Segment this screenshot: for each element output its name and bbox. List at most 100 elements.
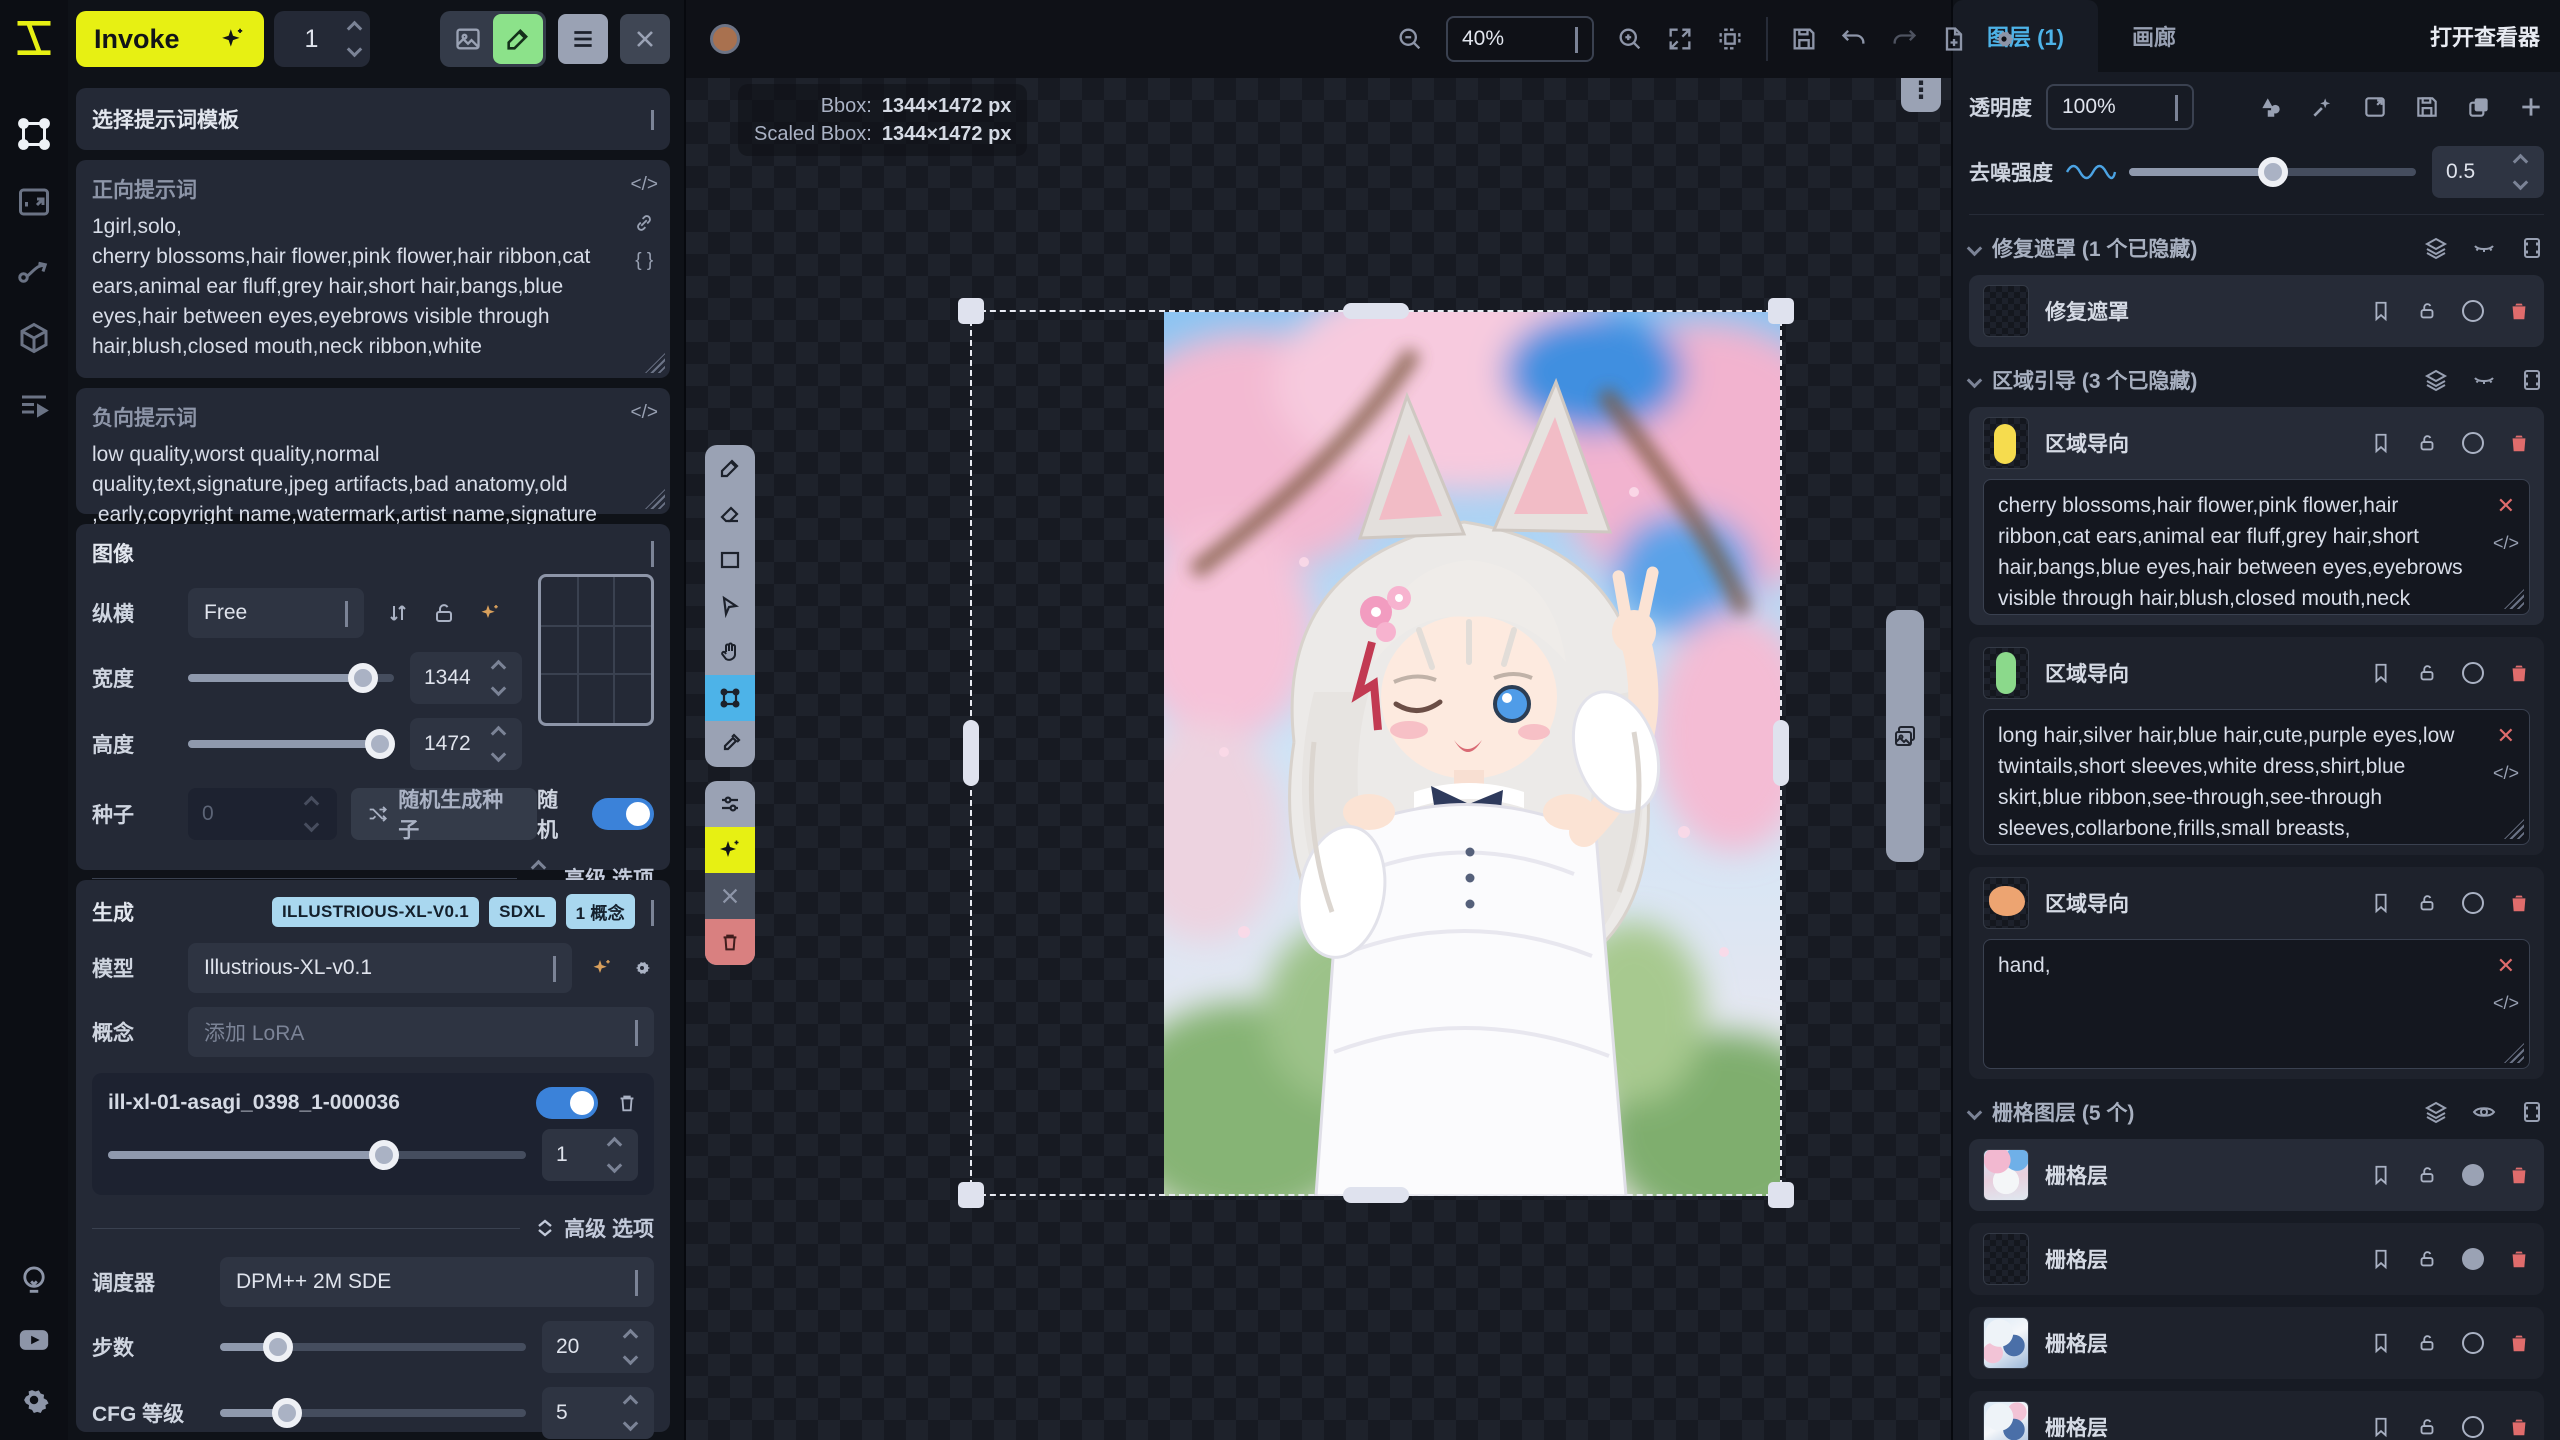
- raster-layer-row[interactable]: 栅格层: [1969, 1391, 2544, 1440]
- new-session-icon[interactable]: [1940, 25, 1968, 53]
- lora-weight-slider[interactable]: [108, 1130, 526, 1180]
- denoise-slider[interactable]: [2129, 147, 2416, 197]
- regional-guidance-card[interactable]: 区域导向 cherry blossoms,hair flower,pink fl…: [1969, 407, 2544, 625]
- bbox-handle-sw[interactable]: [958, 1182, 984, 1208]
- pan-tool-icon[interactable]: [705, 629, 755, 675]
- section-collapse-icon[interactable]: [1967, 240, 1983, 256]
- move-tool-icon[interactable]: [705, 583, 755, 629]
- save-canvas-icon[interactable]: [1790, 25, 1818, 53]
- eye-open-icon[interactable]: [2472, 1100, 2496, 1124]
- code-toggle-icon[interactable]: </>: [2493, 528, 2519, 559]
- visibility-circle-icon[interactable]: [2462, 1332, 2484, 1354]
- code-toggle-icon[interactable]: </>: [631, 174, 658, 196]
- unlock-icon[interactable]: [2416, 432, 2438, 454]
- eraser-tool-icon[interactable]: [705, 491, 755, 537]
- visibility-circle-icon[interactable]: [2462, 432, 2484, 454]
- collapse-icon[interactable]: [651, 541, 654, 565]
- bbox-handle-nw[interactable]: [958, 298, 984, 324]
- tool-settings-icon[interactable]: [705, 781, 755, 827]
- height-slider[interactable]: [188, 719, 394, 769]
- brush-tool-icon[interactable]: [705, 445, 755, 491]
- visibility-circle-icon[interactable]: [2462, 662, 2484, 684]
- braces-icon[interactable]: { }: [635, 250, 653, 272]
- rect-tool-icon[interactable]: [705, 537, 755, 583]
- duplicate-layer-icon[interactable]: [2466, 94, 2492, 120]
- add-layer-plus-icon[interactable]: [2518, 94, 2544, 120]
- denoise-stepper[interactable]: 0.5: [2432, 146, 2544, 198]
- lock-aspect-icon[interactable]: [432, 601, 456, 625]
- bookmark-icon[interactable]: [2370, 892, 2392, 914]
- random-seed-toggle[interactable]: [592, 798, 654, 830]
- nav-canvas-icon[interactable]: [12, 112, 56, 156]
- delete-layer-icon[interactable]: [2508, 662, 2530, 684]
- brush-color-swatch[interactable]: [710, 24, 740, 54]
- settings-gear-icon[interactable]: [12, 1378, 56, 1422]
- negative-prompt-text[interactable]: low quality,worst quality,normal quality…: [92, 440, 612, 530]
- canvas-settings-gear-icon[interactable]: [1990, 25, 2018, 53]
- brush-mode-button[interactable]: [493, 14, 543, 64]
- visibility-circle-icon[interactable]: [2462, 1416, 2484, 1438]
- eyedropper-tool-icon[interactable]: [705, 721, 755, 767]
- inpaint-mask-row[interactable]: 修复遮罩: [1969, 275, 2544, 347]
- visibility-circle-icon[interactable]: [2462, 300, 2484, 322]
- canvas-viewport[interactable]: Bbox:1344×1472 px Scaled Bbox:1344×1472 …: [686, 78, 1951, 1440]
- bbox-handle-ne[interactable]: [1768, 298, 1794, 324]
- close-panel-button[interactable]: [620, 14, 670, 64]
- nav-upscale-icon[interactable]: [12, 180, 56, 224]
- nav-queue-icon[interactable]: [12, 384, 56, 428]
- visibility-circle-icon[interactable]: [2462, 1248, 2484, 1270]
- add-lora-select[interactable]: 添加 LoRA: [188, 1007, 654, 1057]
- positive-prompt-box[interactable]: 正向提示词 1girl,solo, cherry blossoms,hair f…: [76, 160, 670, 378]
- positive-prompt-text[interactable]: 1girl,solo, cherry blossoms,hair flower,…: [92, 212, 597, 362]
- frame-icon[interactable]: [2520, 368, 2544, 392]
- regional-prompt-textarea[interactable]: hand, ✕ </>: [1983, 939, 2530, 1069]
- lora-enabled-toggle[interactable]: [536, 1087, 598, 1119]
- remove-prompt-icon[interactable]: ✕: [2497, 490, 2515, 521]
- delete-layer-icon[interactable]: [2508, 432, 2530, 454]
- fit-to-view-icon[interactable]: [1666, 25, 1694, 53]
- cfg-stepper[interactable]: 5: [542, 1387, 654, 1439]
- section-collapse-icon[interactable]: [1967, 1104, 1983, 1120]
- bookmark-icon[interactable]: [2370, 1248, 2392, 1270]
- unlock-icon[interactable]: [2416, 1332, 2438, 1354]
- unlock-icon[interactable]: [2416, 662, 2438, 684]
- eye-closed-icon[interactable]: [2472, 368, 2496, 392]
- save-layer-icon[interactable]: [2414, 94, 2440, 120]
- regional-guidance-card[interactable]: 区域导向 long hair,silver hair,blue hair,cut…: [1969, 637, 2544, 855]
- height-stepper[interactable]: 1472: [410, 718, 522, 770]
- bbox-handle-w[interactable]: [963, 720, 979, 786]
- visibility-circle-icon[interactable]: [2462, 892, 2484, 914]
- seed-input[interactable]: 0: [188, 788, 337, 840]
- opacity-select[interactable]: 100%: [2046, 84, 2194, 130]
- code-toggle-icon[interactable]: </>: [631, 402, 658, 424]
- nav-models-icon[interactable]: [12, 316, 56, 360]
- bookmark-icon[interactable]: [2370, 432, 2392, 454]
- zoom-out-icon[interactable]: [1396, 25, 1424, 53]
- eye-closed-icon[interactable]: [2472, 236, 2496, 260]
- zoom-level-select[interactable]: 40%: [1446, 16, 1594, 62]
- open-viewer-link[interactable]: 打开查看器: [2430, 0, 2560, 72]
- undo-icon[interactable]: [1840, 25, 1868, 53]
- delete-layer-icon[interactable]: [2508, 1332, 2530, 1354]
- merge-shapes-icon[interactable]: [2258, 94, 2284, 120]
- regional-prompt-textarea[interactable]: cherry blossoms,hair flower,pink flower,…: [1983, 479, 2530, 615]
- zoom-in-icon[interactable]: [1616, 25, 1644, 53]
- collapse-icon[interactable]: [651, 900, 654, 924]
- batch-count-stepper[interactable]: 1: [274, 11, 370, 67]
- bookmark-icon[interactable]: [2370, 300, 2392, 322]
- randomize-seed-button[interactable]: 随机生成种子: [351, 788, 537, 840]
- transform-frame-icon[interactable]: [2362, 94, 2388, 120]
- frame-icon[interactable]: [2520, 236, 2544, 260]
- raster-layer-row[interactable]: 栅格层: [1969, 1139, 2544, 1211]
- lora-weight-stepper[interactable]: 1: [542, 1129, 638, 1181]
- fit-bbox-icon[interactable]: [1716, 25, 1744, 53]
- delete-layer-icon[interactable]: [2508, 300, 2530, 322]
- model-settings-gear-icon[interactable]: [630, 956, 654, 980]
- layers-stack-icon[interactable]: [2424, 236, 2448, 260]
- bookmark-icon[interactable]: [2370, 662, 2392, 684]
- bbox-handle-e[interactable]: [1773, 720, 1789, 786]
- resize-handle[interactable]: [2504, 1043, 2524, 1063]
- bookmark-icon[interactable]: [2370, 1416, 2392, 1438]
- unlock-icon[interactable]: [2416, 892, 2438, 914]
- raster-layer-row[interactable]: 栅格层: [1969, 1307, 2544, 1379]
